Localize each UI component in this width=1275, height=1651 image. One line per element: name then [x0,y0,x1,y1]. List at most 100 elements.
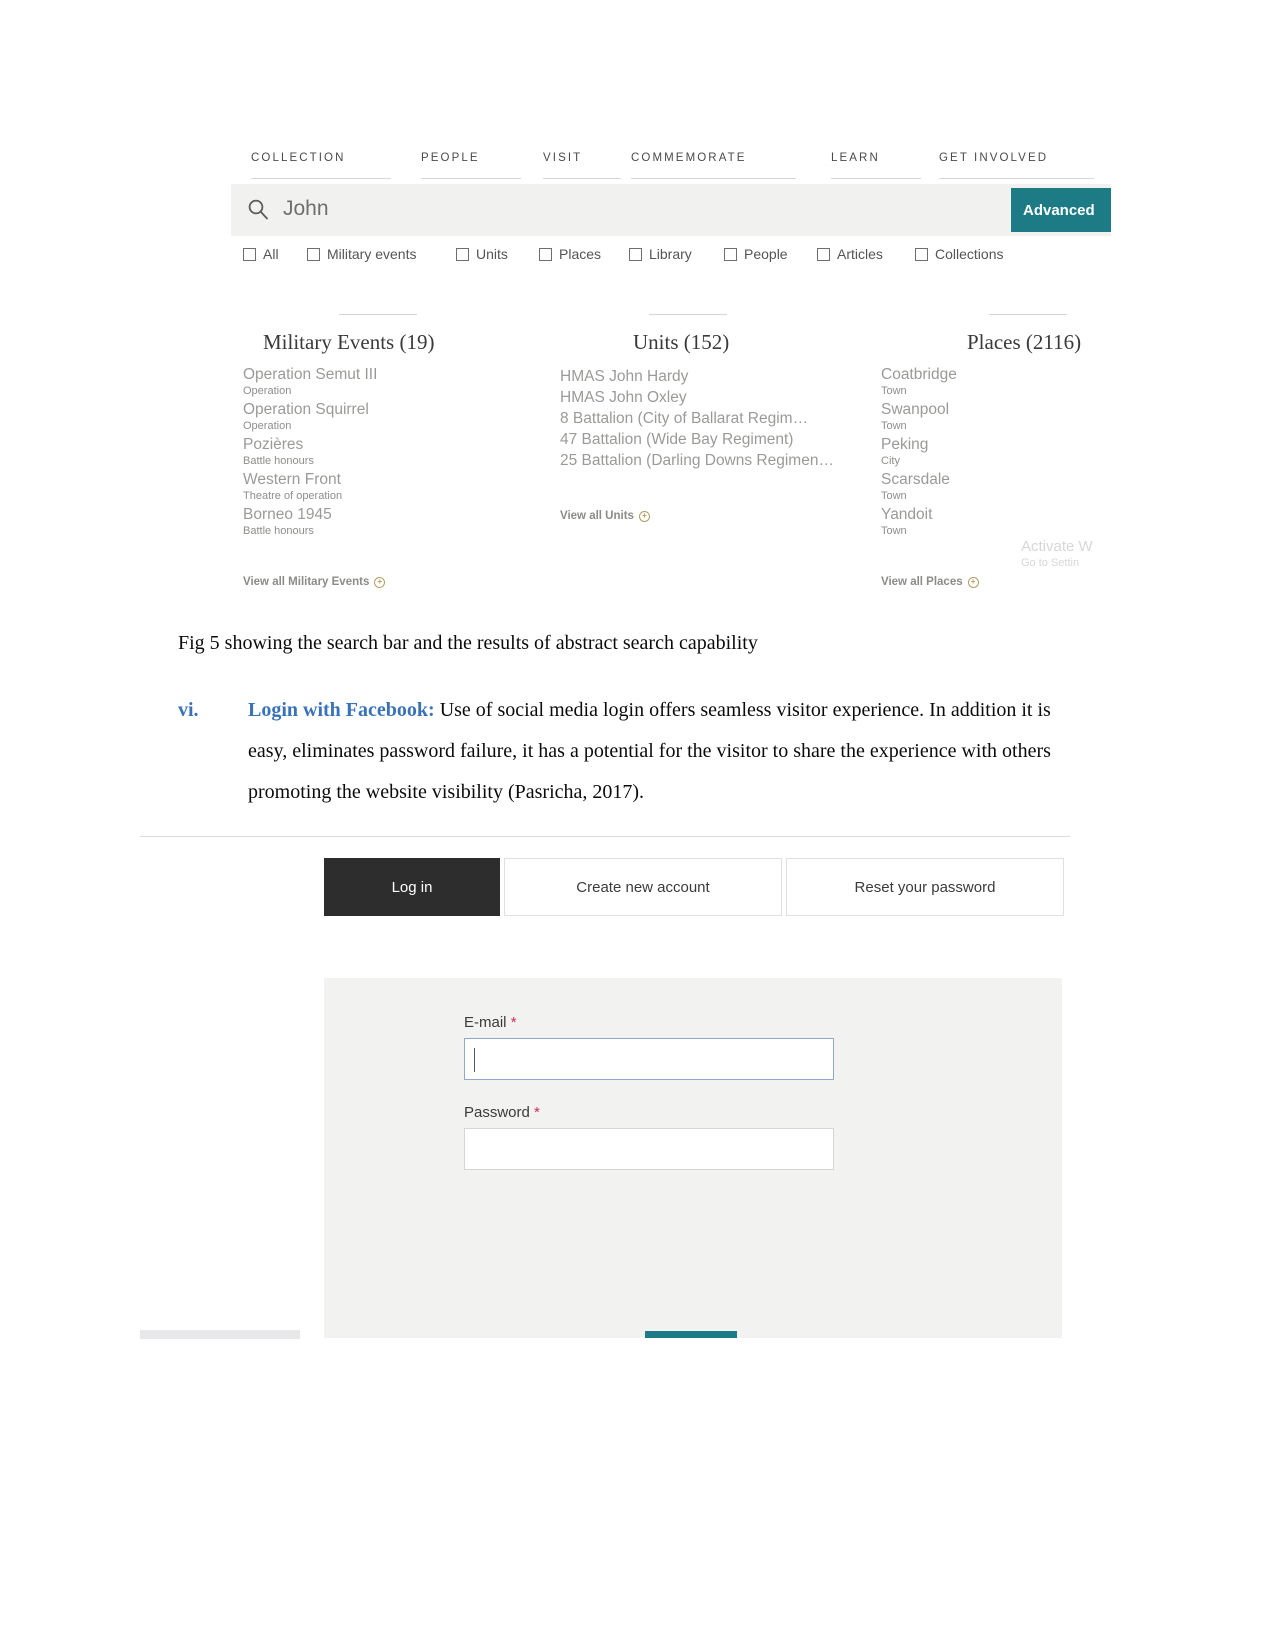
result-item-type: Town [881,385,907,397]
result-item[interactable]: Operation Squirrel [243,401,377,418]
filter-label: Units [476,246,508,262]
password-required-marker: * [534,1104,540,1121]
watermark-line-2: Go to Settin [1021,557,1080,569]
result-item[interactable]: Swanpool [881,401,957,418]
password-label-text: Password [464,1104,530,1121]
result-item[interactable]: HMAS John Oxley [560,387,834,408]
figure-bottom-edge [140,1330,300,1339]
filter-checkbox-all[interactable]: All [243,246,279,262]
login-tabs: Log in Create new account Reset your passw… [324,858,1064,916]
search-results-columns: Military Events (19) Operation Semut III O… [231,314,1111,606]
column-result-list: Coatbridge Town Swanpool Town Peking City Scar… [881,366,957,541]
result-item-type: Operation [243,420,292,432]
plus-circle-icon: + [374,576,386,588]
result-item[interactable]: Operation Semut III [243,366,377,383]
result-item[interactable]: Borneo 1945 [243,506,377,523]
search-filter-row: All Military events Units Places Library Peop… [231,246,1111,274]
result-item-type: Theatre of operation [243,490,343,502]
view-all-label: View all Units [560,510,634,522]
email-label-text: E-mail [464,1014,507,1031]
column-rule [649,314,727,315]
result-item[interactable]: HMAS John Hardy [560,366,834,387]
view-all-label: View all Military Events [243,576,370,588]
checkbox-icon[interactable] [539,247,552,261]
result-item[interactable]: Coatbridge [881,366,957,383]
result-item-type: Town [881,525,907,537]
checkbox-icon[interactable] [456,247,469,261]
list-item-number: vi. [178,699,199,721]
result-item[interactable]: Western Front [243,471,377,488]
nav-item-visit[interactable]: VISIT [543,152,582,164]
column-result-list: Operation Semut III Operation Operation Sq… [243,366,377,541]
checkbox-icon[interactable] [915,247,928,261]
result-item[interactable]: 8 Battalion (City of Ballarat Regim… [560,408,834,429]
result-item[interactable]: Scarsdale [881,471,957,488]
search-input-value[interactable]: John [283,197,329,221]
tab-log-in[interactable]: Log in [324,858,500,916]
result-item[interactable]: 25 Battalion (Darling Downs Regimen… [560,450,834,471]
tab-reset-your-password[interactable]: Reset your password [786,858,1064,916]
plus-circle-icon: + [638,510,650,522]
list-item: vi. Login with Facebook: Use of social m… [178,690,1068,813]
plus-circle-icon: + [967,576,979,588]
checkbox-icon[interactable] [307,247,320,261]
result-item[interactable]: 47 Battalion (Wide Bay Regiment) [560,429,834,450]
result-item-type: Town [881,420,907,432]
result-item-type: Battle honours [243,455,314,467]
checkbox-icon[interactable] [817,247,830,261]
login-form-card: E-mail * Password * Log in OR f Log in w… [324,978,1062,1338]
login-screenshot-figure: Log in Create new account Reset your passw… [140,836,1070,1338]
view-all-link[interactable]: View all Places + [881,576,979,588]
divider [140,836,1070,837]
password-label: Password * [464,1104,540,1121]
search-bar[interactable]: John Advanced [231,184,1111,236]
nav-item-people[interactable]: PEOPLE [421,152,480,164]
email-field[interactable] [464,1038,834,1080]
column-title: Units (152) [633,330,730,354]
checkbox-icon[interactable] [243,247,256,261]
login-submit-button[interactable]: Log in [645,1331,737,1338]
figure-caption: Fig 5 showing the search bar and the res… [178,632,758,654]
result-item[interactable]: Pozières [243,436,377,453]
filter-label: People [744,246,788,262]
site-navigation: COLLECTION PEOPLE VISIT COMMEMORATE LEARN GET… [231,144,1111,182]
filter-label: Places [559,246,602,262]
nav-item-collection[interactable]: COLLECTION [251,152,346,164]
filter-checkbox-units[interactable]: Units [456,246,508,262]
column-rule [989,314,1067,315]
filter-checkbox-people[interactable]: People [724,246,788,262]
search-screenshot-figure: COLLECTION PEOPLE VISIT COMMEMORATE LEARN GET… [231,136,1111,606]
checkbox-icon[interactable] [724,247,737,261]
nav-item-commemorate[interactable]: COMMEMORATE [631,152,747,164]
result-item[interactable]: Peking [881,436,957,453]
text-caret [474,1048,476,1072]
nav-item-learn[interactable]: LEARN [831,152,880,164]
nav-item-get-involved[interactable]: GET INVOLVED [939,152,1048,164]
view-all-label: View all Places [881,576,963,588]
filter-checkbox-places[interactable]: Places [539,246,601,262]
tab-create-new-account[interactable]: Create new account [504,858,782,916]
nav-underline [631,178,796,179]
checkbox-icon[interactable] [629,247,642,261]
result-item-type: Operation [243,385,292,397]
email-label: E-mail * [464,1014,517,1031]
document-page: COLLECTION PEOPLE VISIT COMMEMORATE LEARN GET… [0,0,1275,1651]
result-item-type: Town [881,490,907,502]
filter-checkbox-articles[interactable]: Articles [817,246,883,262]
filter-checkbox-library[interactable]: Library [629,246,692,262]
result-item[interactable]: Yandoit [881,506,957,523]
list-item-body: Login with Facebook: Use of social media… [248,690,1068,813]
filter-checkbox-military-events[interactable]: Military events [307,246,416,262]
result-item-type: City [881,455,900,467]
column-rule [339,314,417,315]
filter-checkbox-collections[interactable]: Collections [915,246,1003,262]
filter-label: Collections [935,246,1004,262]
windows-activation-watermark: Activate W Go to Settin [1021,538,1111,569]
filter-label: All [263,246,279,262]
advanced-search-button[interactable]: Advanced [1011,188,1111,232]
nav-underline [543,178,621,179]
password-field[interactable] [464,1128,834,1170]
column-result-list: HMAS John Hardy HMAS John Oxley 8 Battalio… [560,366,834,471]
view-all-link[interactable]: View all Military Events + [243,576,386,588]
view-all-link[interactable]: View all Units + [560,510,650,522]
